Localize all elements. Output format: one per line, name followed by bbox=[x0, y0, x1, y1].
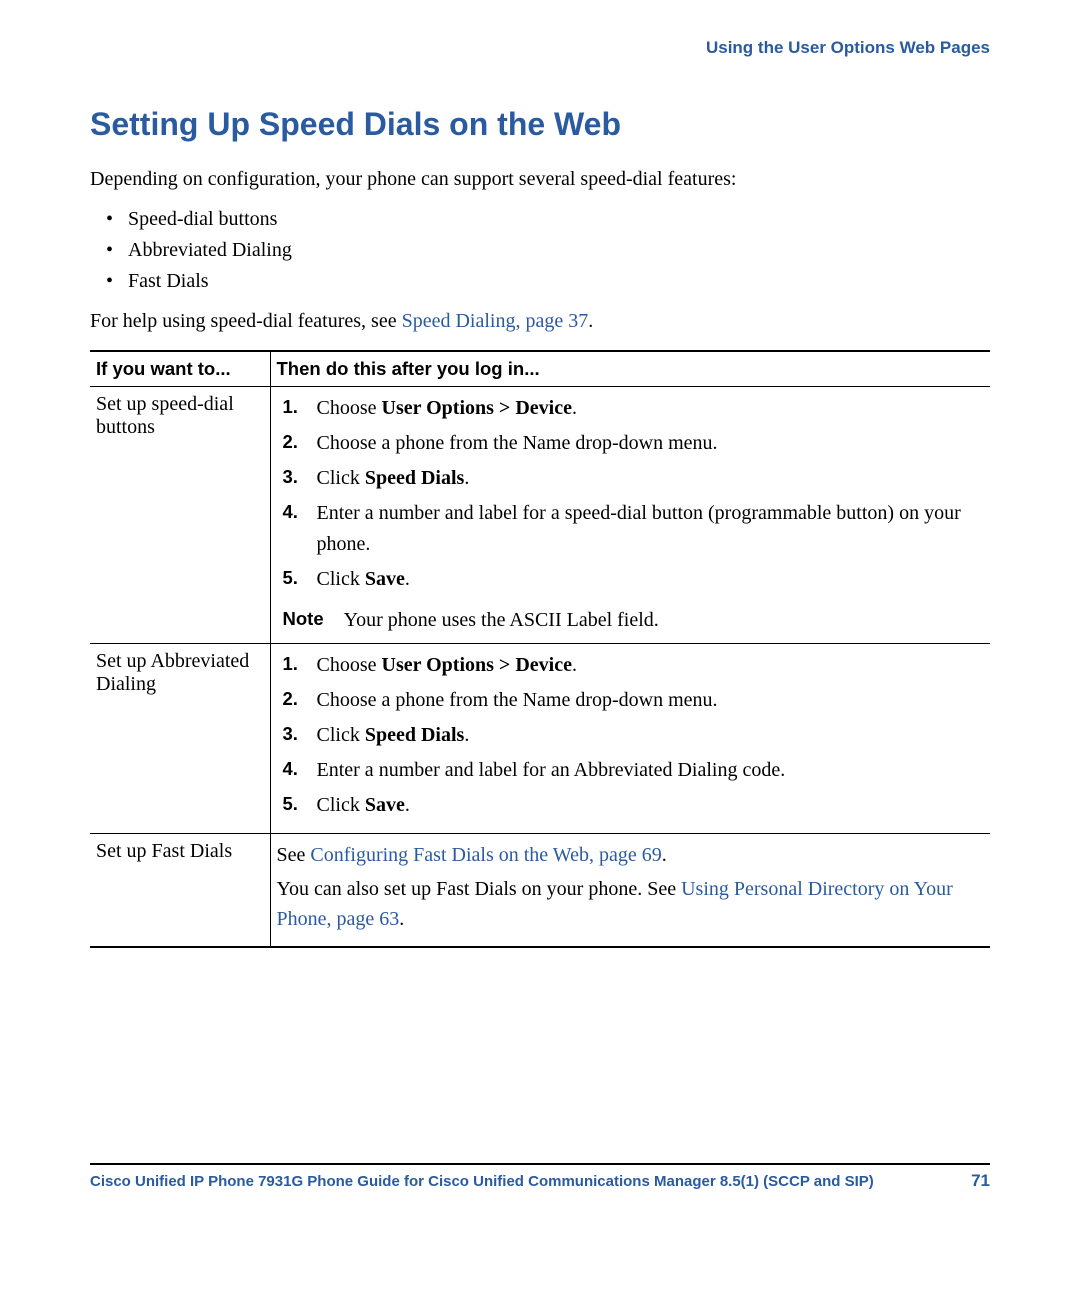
page-footer: Cisco Unified IP Phone 7931G Phone Guide… bbox=[90, 1163, 990, 1191]
step: Choose a phone from the Name drop-down m… bbox=[277, 428, 983, 459]
cross-ref-link[interactable]: Speed Dialing, page 37 bbox=[402, 310, 589, 332]
table-row: Set up speed-dial buttons Choose User Op… bbox=[90, 387, 990, 644]
note-text: Your phone uses the ASCII Label field. bbox=[344, 605, 659, 635]
step-list: Choose User Options > Device. Choose a p… bbox=[277, 393, 983, 595]
step: Click Speed Dials. bbox=[277, 463, 983, 494]
note: Note Your phone uses the ASCII Label fie… bbox=[277, 599, 983, 635]
step: Click Save. bbox=[277, 564, 983, 595]
list-item: Abbreviated Dialing bbox=[128, 235, 990, 266]
paragraph: You can also set up Fast Dials on your p… bbox=[277, 874, 983, 934]
cross-ref-link[interactable]: Configuring Fast Dials on the Web, page … bbox=[310, 844, 661, 866]
feature-list: Speed-dial buttons Abbreviated Dialing F… bbox=[90, 204, 990, 297]
note-label: Note bbox=[277, 605, 324, 635]
footer-title: Cisco Unified IP Phone 7931G Phone Guide… bbox=[90, 1173, 874, 1190]
paragraph: See Configuring Fast Dials on the Web, p… bbox=[277, 840, 983, 870]
step: Choose User Options > Device. bbox=[277, 393, 983, 424]
text: . bbox=[588, 310, 593, 332]
table-cell: Choose User Options > Device. Choose a p… bbox=[270, 644, 990, 834]
table-cell: Set up speed-dial buttons bbox=[90, 387, 270, 644]
table-cell: Set up Fast Dials bbox=[90, 834, 270, 948]
post-list-paragraph: For help using speed-dial features, see … bbox=[90, 307, 990, 336]
text: For help using speed-dial features, see bbox=[90, 310, 402, 332]
table-row: Set up Abbreviated Dialing Choose User O… bbox=[90, 644, 990, 834]
table-header: Then do this after you log in... bbox=[270, 351, 990, 387]
intro-paragraph: Depending on configuration, your phone c… bbox=[90, 165, 990, 194]
list-item: Speed-dial buttons bbox=[128, 204, 990, 235]
step: Choose User Options > Device. bbox=[277, 650, 983, 681]
step: Enter a number and label for an Abbrevia… bbox=[277, 755, 983, 786]
procedure-table: If you want to... Then do this after you… bbox=[90, 350, 990, 948]
step: Choose a phone from the Name drop-down m… bbox=[277, 685, 983, 716]
table-cell: See Configuring Fast Dials on the Web, p… bbox=[270, 834, 990, 948]
step-list: Choose User Options > Device. Choose a p… bbox=[277, 650, 983, 821]
table-cell: Choose User Options > Device. Choose a p… bbox=[270, 387, 990, 644]
running-header: Using the User Options Web Pages bbox=[90, 38, 990, 58]
section-title: Setting Up Speed Dials on the Web bbox=[90, 106, 990, 143]
table-header: If you want to... bbox=[90, 351, 270, 387]
step: Click Save. bbox=[277, 790, 983, 821]
step: Enter a number and label for a speed-dia… bbox=[277, 498, 983, 560]
page-number: 71 bbox=[971, 1171, 990, 1191]
step: Click Speed Dials. bbox=[277, 720, 983, 751]
table-cell: Set up Abbreviated Dialing bbox=[90, 644, 270, 834]
list-item: Fast Dials bbox=[128, 266, 990, 297]
table-row: Set up Fast Dials See Configuring Fast D… bbox=[90, 834, 990, 948]
